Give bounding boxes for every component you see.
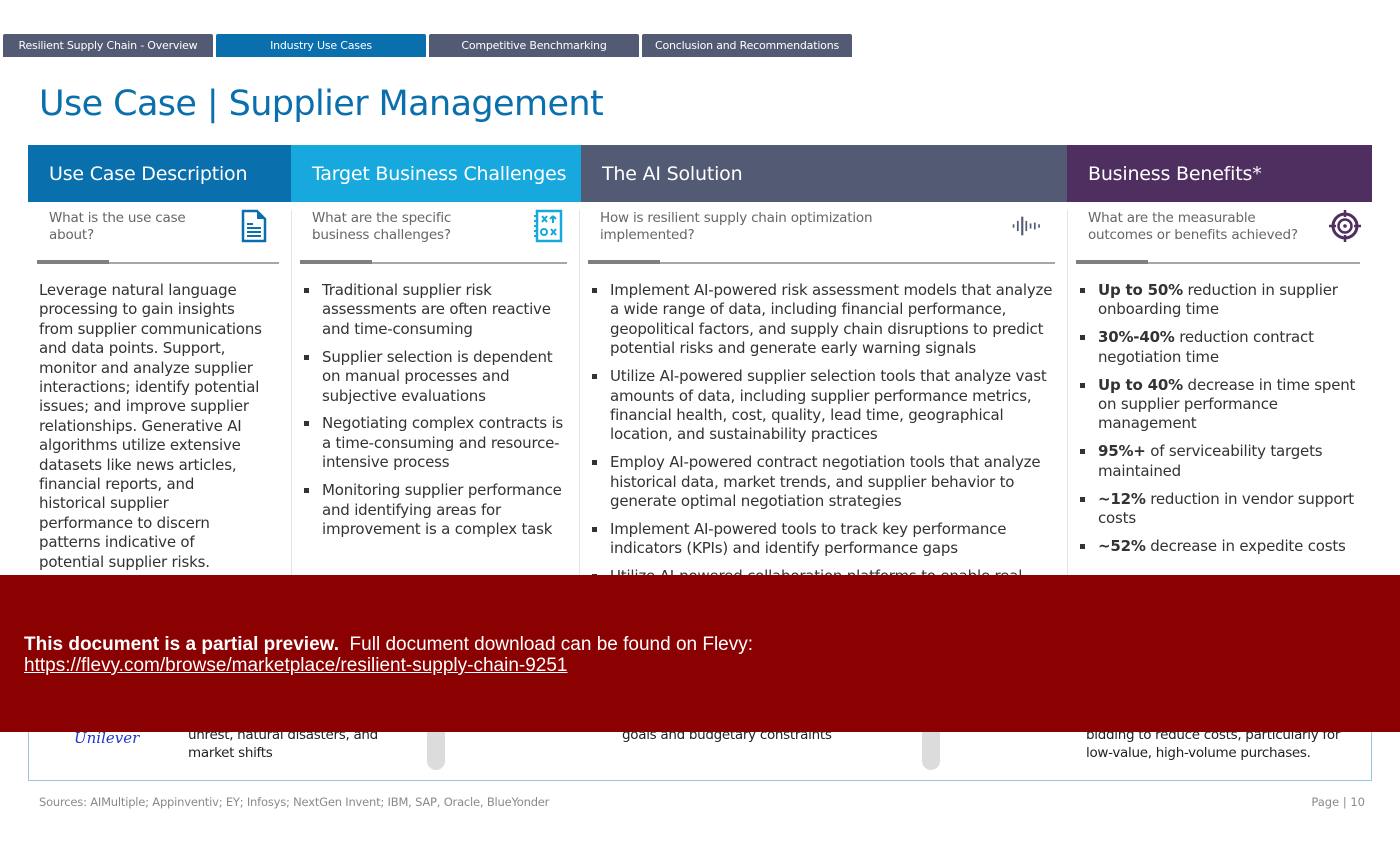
challenges-list: Traditional supplier risk assessments ar…: [291, 264, 579, 539]
list-item: Up to 50% reduction in supplier onboardi…: [1078, 281, 1362, 320]
list-item: Up to 40% decrease in time spent on supp…: [1078, 376, 1362, 434]
section-rule: [588, 260, 1055, 264]
benefit-value: ~12%: [1098, 489, 1146, 508]
column-ai-solution: The AI Solution How is resilient supply …: [579, 145, 1067, 615]
list-item: 95%+ of serviceability targets maintaine…: [1078, 442, 1362, 481]
flevy-download-link[interactable]: https://flevy.com/browse/marketplace/res…: [24, 655, 568, 677]
section-rule: [1076, 260, 1360, 264]
section-rule: [300, 260, 567, 264]
column-business-benefits: Business Benefits* What are the measurab…: [1067, 145, 1372, 565]
benefit-value: Up to 50%: [1098, 281, 1183, 299]
column-subheading: How is resilient supply chain optimizati…: [579, 202, 1067, 264]
subheading-text: What is the use case about?: [49, 210, 186, 243]
list-item: Negotiating complex contracts is a time-…: [302, 414, 569, 472]
target-icon: [1329, 210, 1361, 242]
subheading-text: How is resilient supply chain optimizati…: [600, 210, 873, 243]
column-header: Use Case Description: [28, 145, 291, 202]
tab-conclusion[interactable]: Conclusion and Recommendations: [642, 34, 852, 57]
list-item: ~12% reduction in vendor support costs: [1078, 490, 1362, 529]
subheading-text: What are the measurable outcomes or bene…: [1088, 210, 1298, 243]
column-header: Business Benefits*: [1067, 145, 1372, 202]
tab-competitive-benchmarking[interactable]: Competitive Benchmarking: [429, 34, 639, 57]
preview-banner: This document is a partial preview. Full…: [0, 575, 1400, 732]
list-item: Utilize AI-powered supplier selection to…: [590, 367, 1057, 445]
list-item: Monitoring supplier performance and iden…: [302, 481, 569, 539]
list-item: Supplier selection is dependent on manua…: [302, 348, 569, 406]
benefit-value: ~52%: [1098, 536, 1146, 555]
banner-bold-text: This document is a partial preview.: [24, 634, 339, 655]
sound-wave-icon: [1012, 216, 1040, 236]
tab-industry-use-cases[interactable]: Industry Use Cases: [216, 34, 426, 57]
column-use-case-description: Use Case Description What is the use cas…: [28, 145, 291, 572]
list-item: Employ AI-powered contract negotiation t…: [590, 453, 1057, 511]
page-number: Page | 10: [1311, 795, 1365, 809]
document-icon: [241, 209, 267, 243]
list-item: Traditional supplier risk assessments ar…: [302, 281, 569, 339]
page-title: Use Case | Supplier Management: [39, 84, 604, 124]
section-nav: Resilient Supply Chain - Overview Indust…: [3, 34, 852, 57]
benefits-list: Up to 50% reduction in supplier onboardi…: [1067, 264, 1372, 556]
benefit-value: Up to 40%: [1098, 375, 1183, 394]
list-item: 30%-40% reduction contract negotiation t…: [1078, 328, 1362, 367]
strategy-notebook-icon: [534, 209, 563, 243]
column-business-challenges: Target Business Challenges What are the …: [291, 145, 579, 548]
list-item: ~52% decrease in expedite costs: [1078, 537, 1362, 556]
column-subheading: What is the use case about?: [28, 202, 291, 264]
column-subheading: What are the measurable outcomes or bene…: [1067, 202, 1372, 264]
solution-list: Implement AI-powered risk assessment mod…: [579, 264, 1067, 606]
list-item: Implement AI-powered risk assessment mod…: [590, 281, 1057, 359]
tab-overview[interactable]: Resilient Supply Chain - Overview: [3, 34, 213, 57]
use-case-description: Leverage natural language processing to …: [39, 281, 262, 571]
banner-message: This document is a partial preview. Full…: [24, 634, 753, 656]
benefit-text: decrease in expedite costs: [1145, 536, 1346, 555]
column-subheading: What are the specific business challenge…: [291, 202, 579, 264]
section-rule: [37, 260, 279, 264]
column-header: The AI Solution: [579, 145, 1067, 202]
subheading-text: What are the specific business challenge…: [312, 210, 452, 243]
column-header: Target Business Challenges: [291, 145, 579, 202]
sources-note: Sources: AIMultiple; Appinventiv; EY; In…: [39, 795, 550, 809]
banner-text: Full document download can be found on F…: [339, 634, 754, 655]
benefit-value: 95%+: [1098, 442, 1146, 461]
benefit-value: 30%-40%: [1098, 328, 1175, 347]
list-item: Implement AI-powered tools to track key …: [590, 520, 1057, 559]
